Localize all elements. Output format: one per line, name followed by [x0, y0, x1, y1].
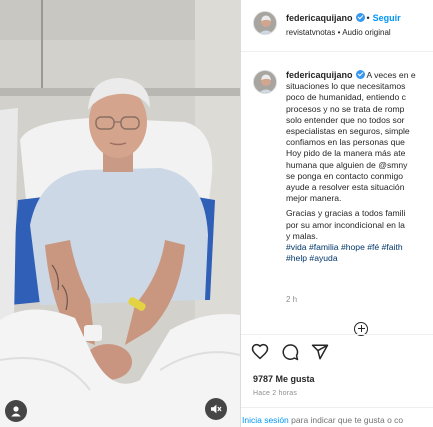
caption-line: mejor manera.	[286, 193, 342, 204]
audio-info: revistatvnotas • Audio original	[286, 28, 391, 37]
avatar[interactable]	[253, 11, 277, 35]
login-prompt: Inicia sesión para indicar que te gusta …	[241, 407, 433, 427]
follow-button[interactable]: Seguir	[373, 13, 401, 23]
caption-first-line: federicaquijano A veces en e	[286, 70, 433, 81]
hashtag-row: #vida #familia #hope #fé #faith	[286, 242, 433, 253]
verified-badge-icon	[355, 13, 365, 22]
caption-line: ayude a resolver esta situación	[286, 182, 405, 193]
caption-line: solo entender que no todos sor	[286, 114, 405, 125]
audio-dot: •	[337, 28, 341, 37]
hashtag-row: #help #ayuda	[286, 253, 433, 264]
caption-line: especialistas en seguros, simple	[286, 126, 410, 137]
section-divider	[241, 334, 433, 335]
comment-icon	[282, 344, 299, 361]
hashtag-link[interactable]: #vida	[286, 242, 307, 252]
video-panel[interactable]	[0, 0, 240, 427]
hashtag-link[interactable]: #faith	[382, 242, 403, 252]
hashtag-link[interactable]: #help	[286, 253, 307, 263]
caption-line: confiamos en las personas que	[286, 137, 405, 148]
hashtag-link[interactable]: #ayuda	[309, 253, 337, 263]
caption-line: Gracias y gracias a todos famili	[286, 208, 406, 219]
heart-icon	[251, 343, 269, 360]
caption-line: se ponga en contacto conmigo	[286, 170, 404, 181]
mute-button[interactable]	[205, 398, 227, 420]
caption-line: humana que alguien de @smny	[286, 159, 408, 170]
post-caption: federicaquijano A veces en e situaciones…	[286, 70, 433, 264]
caption-line: Hoy pido de la manera más ate	[286, 148, 406, 159]
hashtag-link[interactable]: #fé	[367, 242, 379, 252]
share-icon	[311, 344, 329, 360]
post-timestamp: Hace 2 horas	[253, 390, 298, 397]
video-frame	[0, 0, 240, 427]
verified-badge-icon	[355, 70, 365, 79]
hashtag-link[interactable]: #familia	[309, 242, 339, 252]
hashtag-link[interactable]: #hope	[341, 242, 365, 252]
post-panel: federicaquijano • Seguir revistatvnotas • …	[241, 0, 433, 427]
header-username-row: federicaquijano • Seguir	[286, 13, 401, 23]
comment-button[interactable]	[281, 343, 299, 361]
login-prompt-text: para indicar que te gusta o co	[291, 415, 404, 425]
header-username[interactable]: federicaquijano	[286, 13, 353, 23]
caption-line: procesos y no se trata de romp	[286, 103, 405, 114]
caption-username[interactable]: federicaquijano	[286, 70, 353, 80]
user-icon	[11, 406, 21, 417]
action-bar	[251, 343, 329, 361]
caption-line: por su amor incondicional en la	[286, 219, 405, 230]
likes-count[interactable]: 9787 Me gusta	[253, 374, 315, 384]
video-user-button[interactable]	[5, 400, 27, 422]
login-link[interactable]: Inicia sesión	[242, 415, 289, 425]
caption-line: poco de humanidad, entiendo c	[286, 92, 406, 103]
caption-line: situaciones lo que necesitamos	[286, 81, 406, 92]
caption-avatar[interactable]	[253, 70, 277, 94]
audio-label[interactable]: Audio original	[342, 28, 390, 37]
caption-line: y malas.	[286, 230, 318, 241]
audio-account[interactable]: revistatvnotas	[286, 28, 335, 37]
mute-icon	[211, 404, 222, 414]
dot-separator: •	[366, 13, 370, 23]
share-button[interactable]	[311, 343, 329, 361]
like-button[interactable]	[251, 343, 269, 361]
caption-line: A veces en e	[366, 70, 416, 80]
post-header: federicaquijano • Seguir revistatvnotas • …	[241, 0, 433, 52]
caption-time: 2 h	[286, 295, 298, 304]
